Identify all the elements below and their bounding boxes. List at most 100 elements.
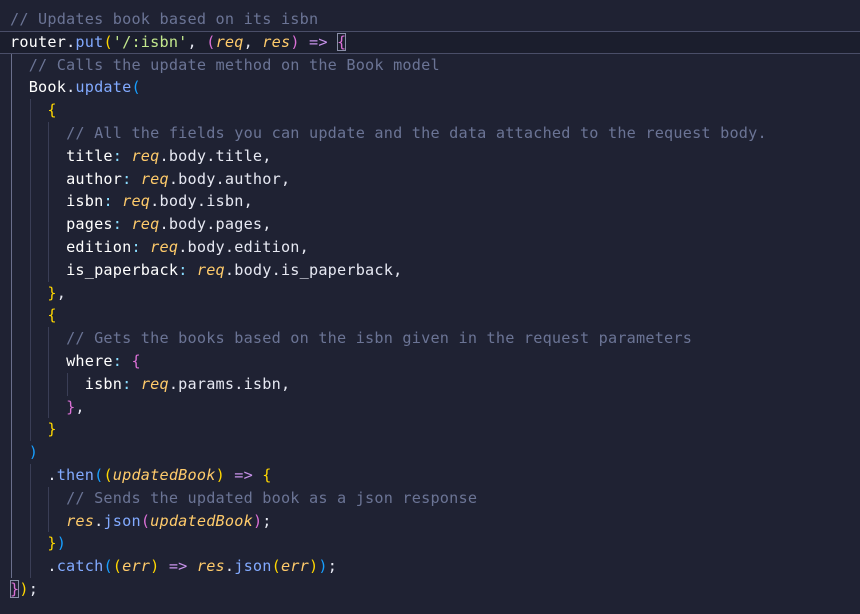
code-token: updatedBook [150,511,253,530]
code-line[interactable]: is_paperback: req.body.is_paperback, [0,258,860,282]
indent-guide [48,235,49,259]
code-line[interactable]: .then((updatedBook) => { [0,463,860,487]
code-token: ) [56,534,67,553]
code-token: ) [28,443,39,462]
code-lines-container[interactable]: // Updates book based on its isbn router.… [0,8,860,601]
indent-guide [29,190,31,214]
code-token: update [75,78,132,97]
code-line[interactable]: }, [0,281,860,305]
indent-guide [48,372,49,396]
code-line[interactable]: }, [0,395,860,419]
code-token: is_paperback [66,260,179,279]
code-line[interactable]: // Gets the books based on the isbn give… [0,327,860,350]
code-line[interactable]: // Sends the updated book as a json resp… [0,486,860,510]
code-token: ) [318,557,328,576]
code-token: : [131,237,151,256]
code-line[interactable]: }); [0,578,860,601]
indent-guide [29,372,31,396]
indent-guide [11,349,12,373]
indent-guide [11,372,12,396]
code-line[interactable]: where: { [0,349,860,373]
indent-guide [29,144,31,168]
indent-guide [11,76,12,100]
code-token: } [66,397,76,416]
indent-guide [11,509,12,533]
code-line[interactable]: Book.update( [0,76,860,100]
code-token: { [47,306,57,325]
code-token: ) [309,557,319,576]
code-line[interactable]: // Updates book based on its isbn [0,8,860,31]
indent-guide [29,121,31,145]
code-token: .body.author, [168,169,291,188]
code-line[interactable]: { [0,99,860,122]
code-token: ) [215,465,225,484]
indent-guide [11,486,12,510]
code-line[interactable]: } [0,418,860,442]
code-line[interactable]: { [0,304,860,328]
code-token: . [47,465,57,484]
indent-guide [29,395,31,419]
code-line[interactable]: // All the fields you can update and the… [0,121,860,145]
code-line[interactable]: edition: req.body.edition, [0,235,860,259]
code-line[interactable]: author: req.body.author, [0,167,860,191]
code-line[interactable]: res.json(updatedBook); [0,509,860,533]
code-token: .body.title, [159,146,272,165]
code-token: { [47,101,57,120]
code-line[interactable]: router.put('/:isbn', (req, res) => { [0,30,860,54]
code-token: : [103,192,123,211]
code-token: author [66,169,123,188]
indent-guide [48,121,49,145]
code-token: : [112,351,132,370]
code-token: => [234,465,253,484]
indent-guide [48,486,49,510]
indent-guide [11,235,12,259]
code-token: .body.isbn, [150,192,253,211]
indent-guide [29,509,31,533]
code-token: req [122,192,151,211]
code-token: ( [131,78,141,97]
code-token: } [10,579,20,598]
indent-guide [29,555,31,578]
code-token: res [262,32,291,51]
code-line[interactable]: pages: req.body.pages, [0,213,860,236]
code-line[interactable]: ) [0,441,860,464]
code-line[interactable]: .catch((err) => res.json(err)); [0,555,860,578]
indent-guide [48,349,49,373]
indent-guide [48,509,49,533]
code-token: ; [327,557,338,576]
code-editor[interactable]: // Updates book based on its isbn router.… [0,0,860,614]
code-token: isbn [66,192,104,211]
code-token: req [150,237,179,256]
code-line[interactable]: }) [0,532,860,556]
indent-guide [11,441,12,464]
code-token: ( [206,32,216,51]
code-token: . [47,557,57,576]
code-token: } [47,534,57,553]
code-token: ( [112,557,123,576]
code-line[interactable]: isbn: req.body.isbn, [0,190,860,214]
code-line[interactable]: isbn: req.params.isbn, [0,372,860,396]
code-token: . [224,557,235,576]
indent-guide [48,327,49,350]
indent-guide [29,281,31,305]
code-token: router [10,32,67,51]
indent-guide [11,327,12,350]
indent-guide [11,258,12,282]
indent-guide [29,167,31,191]
code-line[interactable]: title: req.body.title, [0,144,860,168]
code-token: ( [103,465,113,484]
code-line[interactable]: // Calls the update method on the Book m… [0,53,860,77]
indent-guide [48,144,49,168]
code-token: { [337,32,347,51]
code-token: : [122,169,141,188]
code-token: '/:isbn' [112,32,188,51]
code-token: req [131,146,160,165]
